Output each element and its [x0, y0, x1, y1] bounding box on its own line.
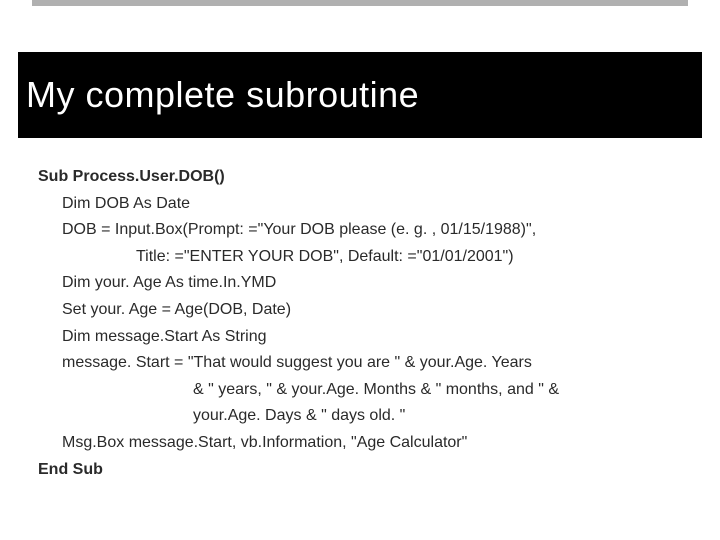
code-line-sub: Sub Process.User.DOB()	[38, 164, 690, 190]
slide-title: My complete subroutine	[26, 74, 419, 116]
code-line: Dim DOB As Date	[38, 191, 690, 217]
top-divider	[32, 0, 688, 6]
code-line: Dim message.Start As String	[38, 324, 690, 350]
code-line: message. Start = "That would suggest you…	[38, 350, 690, 376]
code-line: Msg.Box message.Start, vb.Information, "…	[38, 430, 690, 456]
code-line-endsub: End Sub	[38, 457, 690, 483]
code-line-continuation: your.Age. Days & " days old. "	[38, 403, 690, 429]
code-line: Dim your. Age As time.In.YMD	[38, 270, 690, 296]
code-line-continuation: & " years, " & your.Age. Months & " mont…	[38, 377, 690, 403]
code-line-continuation: Title: ="ENTER YOUR DOB", Default: ="01/…	[38, 244, 690, 270]
title-bar: My complete subroutine	[18, 52, 702, 138]
code-line: DOB = Input.Box(Prompt: ="Your DOB pleas…	[38, 217, 690, 243]
code-block: Sub Process.User.DOB() Dim DOB As Date D…	[38, 164, 690, 483]
code-line: Set your. Age = Age(DOB, Date)	[38, 297, 690, 323]
